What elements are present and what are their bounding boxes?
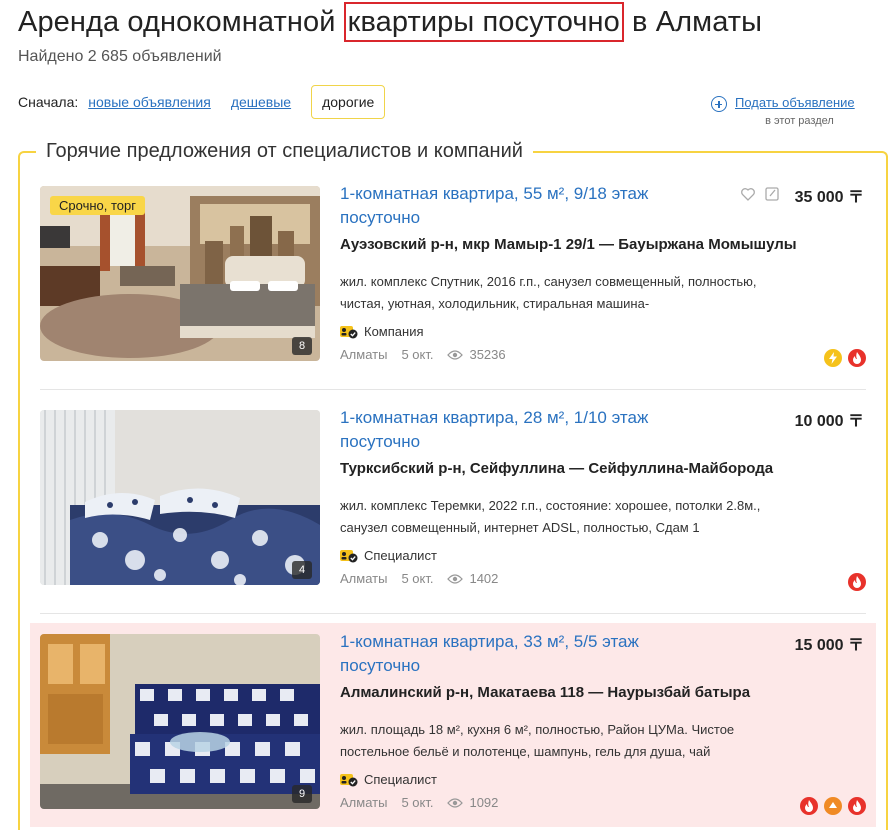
eye-icon xyxy=(447,349,464,360)
listing-owner: Компания xyxy=(340,324,424,339)
post-ad-subtitle: в этот раздел xyxy=(765,115,834,127)
sort-option-new[interactable]: новые объявления xyxy=(88,94,211,110)
listing-title[interactable]: 1-комнатная квартира, 33 м², 5/5 этаж по… xyxy=(340,630,680,678)
listing-date: 5 окт. xyxy=(401,571,434,586)
listing-photo[interactable]: Срочно, торг 8 xyxy=(40,186,320,361)
listing-meta: Алматы 5 окт. 35236 xyxy=(340,347,520,362)
note-icon[interactable] xyxy=(764,186,780,202)
owner-type: Специалист xyxy=(364,772,437,787)
listing-actions xyxy=(740,186,780,202)
listing-city: Алматы xyxy=(340,795,388,810)
sort-label: Сначала: xyxy=(18,94,79,110)
listing-description: жил. комплекс Спутник, 2016 г.п., санузе… xyxy=(340,274,757,311)
listing-city: Алматы xyxy=(340,347,388,362)
verified-badge-icon xyxy=(340,325,358,338)
eye-icon xyxy=(447,797,464,808)
listing-owner: Специалист xyxy=(340,772,437,787)
results-count: Найдено 2 685 объявлений xyxy=(18,48,222,65)
flame-icon xyxy=(848,349,866,367)
listing-meta: Алматы 5 окт. 1092 xyxy=(340,795,512,810)
listing-address: Ауэзовский р-н, мкр Мамыр-1 29/1 — Бауыр… xyxy=(340,236,797,253)
post-ad-link[interactable]: Подать объявление xyxy=(735,95,855,110)
listing-meta: Алматы 5 окт. 1402 xyxy=(340,571,512,586)
listing-owner: Специалист xyxy=(340,548,437,563)
listing-address: Алмалинский р-н, Макатаева 118 — Наурызб… xyxy=(340,684,751,701)
listing-card[interactable]: 4 1-комнатная квартира, 28 м², 1/10 этаж… xyxy=(30,399,876,603)
listing-city: Алматы xyxy=(340,571,388,586)
listing-divider xyxy=(40,613,866,614)
owner-type: Специалист xyxy=(364,548,437,563)
verified-badge-icon xyxy=(340,773,358,786)
bedroom-photo-image xyxy=(40,410,320,585)
listing-title[interactable]: 1-комнатная квартира, 55 м², 9/18 этаж п… xyxy=(340,182,680,230)
listing-views: 1402 xyxy=(469,571,499,586)
promo-icons xyxy=(824,349,866,367)
listing-price: 35 000 〒 xyxy=(794,189,864,206)
owner-type: Компания xyxy=(364,324,424,339)
eye-icon xyxy=(447,573,464,584)
listing-views: 1092 xyxy=(469,795,499,810)
listing-views: 35236 xyxy=(469,347,506,362)
listing-title[interactable]: 1-комнатная квартира, 28 м², 1/10 этаж п… xyxy=(340,406,680,454)
page-title: Аренда однокомнатной квартиры посуточно … xyxy=(18,2,762,42)
flame-icon xyxy=(848,797,866,815)
photo-count: 4 xyxy=(292,561,312,579)
hot-offers-title: Горячие предложения от специалистов и ко… xyxy=(36,140,533,163)
post-ad: Подать объявление в этот раздел xyxy=(711,92,866,127)
listing-price: 15 000 〒 xyxy=(794,637,864,654)
page-title-suffix: в Алматы xyxy=(623,6,763,38)
listing-date: 5 окт. xyxy=(401,347,434,362)
listing-description: жил. площадь 18 м², кухня 6 м², полность… xyxy=(340,722,735,759)
sort-option-expensive[interactable]: дорогие xyxy=(311,85,386,119)
heart-icon[interactable] xyxy=(740,186,756,202)
listing-address: Турксибский р-н, Сейфуллина — Сейфуллина… xyxy=(340,460,774,477)
sort-bar: Сначала: новые объявления дешевые дороги… xyxy=(18,84,386,120)
promo-icons xyxy=(800,797,866,815)
plus-circle-icon[interactable] xyxy=(711,96,727,112)
listing-divider xyxy=(40,389,866,390)
photo-count: 9 xyxy=(292,785,312,803)
page-title-prefix: Аренда однокомнатной xyxy=(18,6,344,38)
promo-icons xyxy=(848,573,866,591)
listing-price: 10 000 〒 xyxy=(794,413,864,430)
sofa-photo-image xyxy=(40,634,320,809)
photo-count: 8 xyxy=(292,337,312,355)
listing-card[interactable]: Срочно, торг 8 1-комнатная квартира, 55 … xyxy=(30,175,876,379)
listing-photo[interactable]: 4 xyxy=(40,410,320,585)
verified-badge-icon xyxy=(340,549,358,562)
urgent-badge: Срочно, торг xyxy=(50,196,145,215)
arrow-up-icon xyxy=(824,797,842,815)
listing-photo[interactable]: 9 xyxy=(40,634,320,809)
flame-icon xyxy=(800,797,818,815)
listing-date: 5 окт. xyxy=(401,795,434,810)
lightning-icon xyxy=(824,349,842,367)
listing-card[interactable]: 9 1-комнатная квартира, 33 м², 5/5 этаж … xyxy=(30,623,876,827)
sort-option-cheap[interactable]: дешевые xyxy=(231,94,291,110)
page-title-highlight: квартиры посуточно xyxy=(343,2,624,42)
flame-icon xyxy=(848,573,866,591)
listing-description: жил. комплекс Теремки, 2022 г.п., состоя… xyxy=(340,498,761,535)
